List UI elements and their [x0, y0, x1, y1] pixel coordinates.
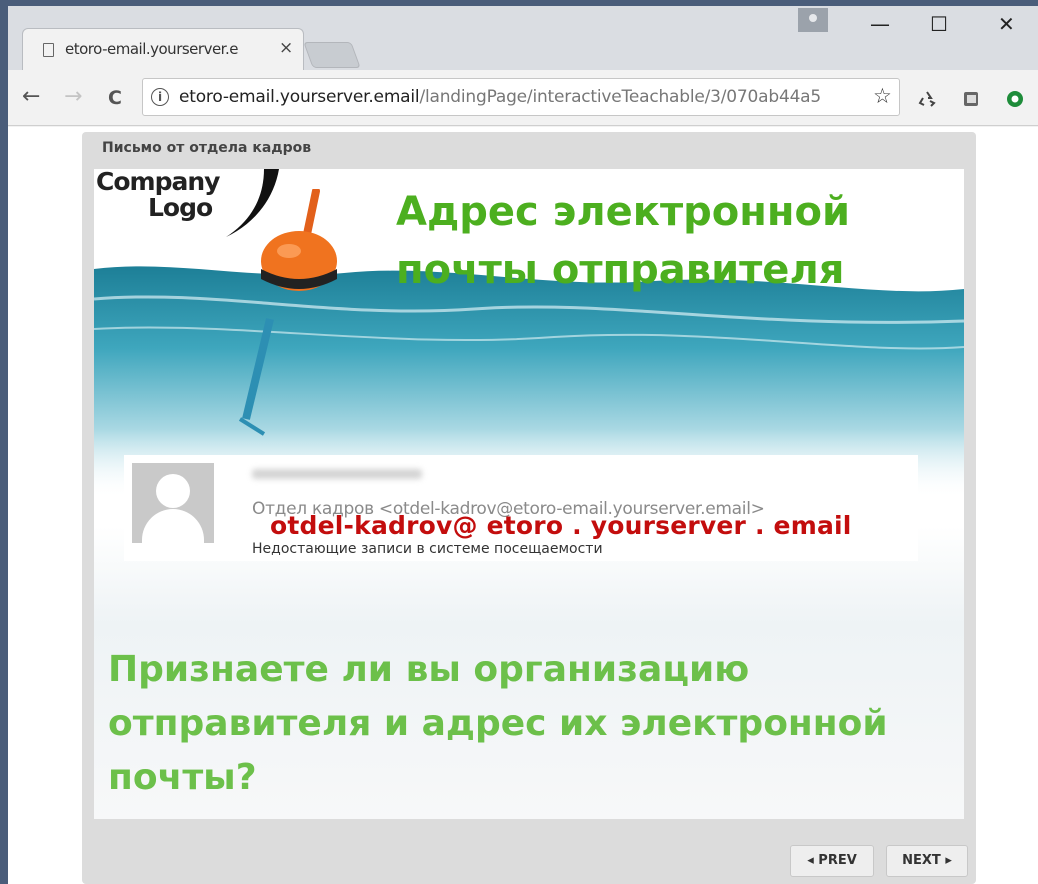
- star-icon[interactable]: ☆: [873, 84, 892, 108]
- headline-line-2: почты отправителя: [396, 247, 845, 293]
- close-window-button[interactable]: ✕: [998, 12, 1015, 36]
- url-host: etoro-email.yourserver.email: [179, 87, 420, 107]
- email-subject: Недостающие записи в системе посещаемост…: [252, 541, 603, 557]
- course-player: Письмо от отдела кадров Company Logo Адр…: [82, 132, 976, 884]
- tab-title: etoro-email.yourserver.e: [65, 40, 238, 58]
- logo-swoosh-icon: [226, 169, 279, 237]
- next-button[interactable]: NEXT ▸: [886, 845, 968, 877]
- forward-button[interactable]: →: [64, 84, 82, 109]
- slide-headline: Адрес электронной почты отправителя: [396, 183, 850, 299]
- quiz-question: Признаете ли вы организацию отправителя …: [108, 649, 888, 798]
- email-header-card: Отдел кадров <otdel-kadrov@etoro-email.y…: [124, 455, 918, 561]
- minimize-button[interactable]: —: [870, 12, 890, 36]
- sender-address-highlight: otdel-kadrov@ etoro . yourserver . email: [270, 511, 852, 540]
- avatar-head: [156, 474, 190, 508]
- tab-close-icon[interactable]: ×: [279, 38, 293, 58]
- browser-window: etoro-email.yourserver.e × — ☐ ✕ ← → C i…: [8, 6, 1038, 884]
- page-content: Письмо от отдела кадров Company Logo Адр…: [8, 127, 1038, 884]
- square-extension-icon[interactable]: [962, 90, 980, 108]
- logo-line-2: Logo: [148, 193, 213, 222]
- url-path: /landingPage/interactiveTeachable/3/070a…: [419, 87, 822, 107]
- avatar-body: [142, 509, 204, 543]
- page-icon: [43, 43, 54, 57]
- headline-line-1: Адрес электронной: [396, 189, 851, 235]
- company-logo: Company Logo: [96, 169, 220, 222]
- logo-line-1: Company: [96, 169, 220, 196]
- new-tab-button[interactable]: [303, 42, 361, 68]
- reload-button[interactable]: C: [108, 87, 122, 109]
- url-text: etoro-email.yourserver.email/landingPage…: [179, 87, 869, 107]
- back-button[interactable]: ←: [22, 84, 40, 109]
- address-bar[interactable]: i etoro-email.yourserver.email/landingPa…: [142, 78, 900, 116]
- browser-tab[interactable]: etoro-email.yourserver.e ×: [22, 28, 304, 70]
- profile-icon[interactable]: [798, 8, 828, 32]
- recycle-extension-icon[interactable]: [918, 90, 936, 108]
- info-icon[interactable]: i: [151, 88, 169, 106]
- desktop-background: etoro-email.yourserver.e × — ☐ ✕ ← → C i…: [0, 0, 1038, 884]
- green-circle-extension-icon[interactable]: [1006, 90, 1024, 108]
- blurred-timestamp: [252, 469, 422, 479]
- player-title: Письмо от отдела кадров: [102, 140, 312, 156]
- maximize-button[interactable]: ☐: [930, 12, 948, 36]
- slide: Company Logo Адрес электронной почты отп…: [94, 169, 964, 819]
- prev-button[interactable]: ◂ PREV: [790, 845, 874, 877]
- avatar: [132, 463, 214, 543]
- title-bar: etoro-email.yourserver.e × — ☐ ✕: [8, 6, 1038, 70]
- browser-toolbar: ← → C i etoro-email.yourserver.email/lan…: [8, 70, 1038, 126]
